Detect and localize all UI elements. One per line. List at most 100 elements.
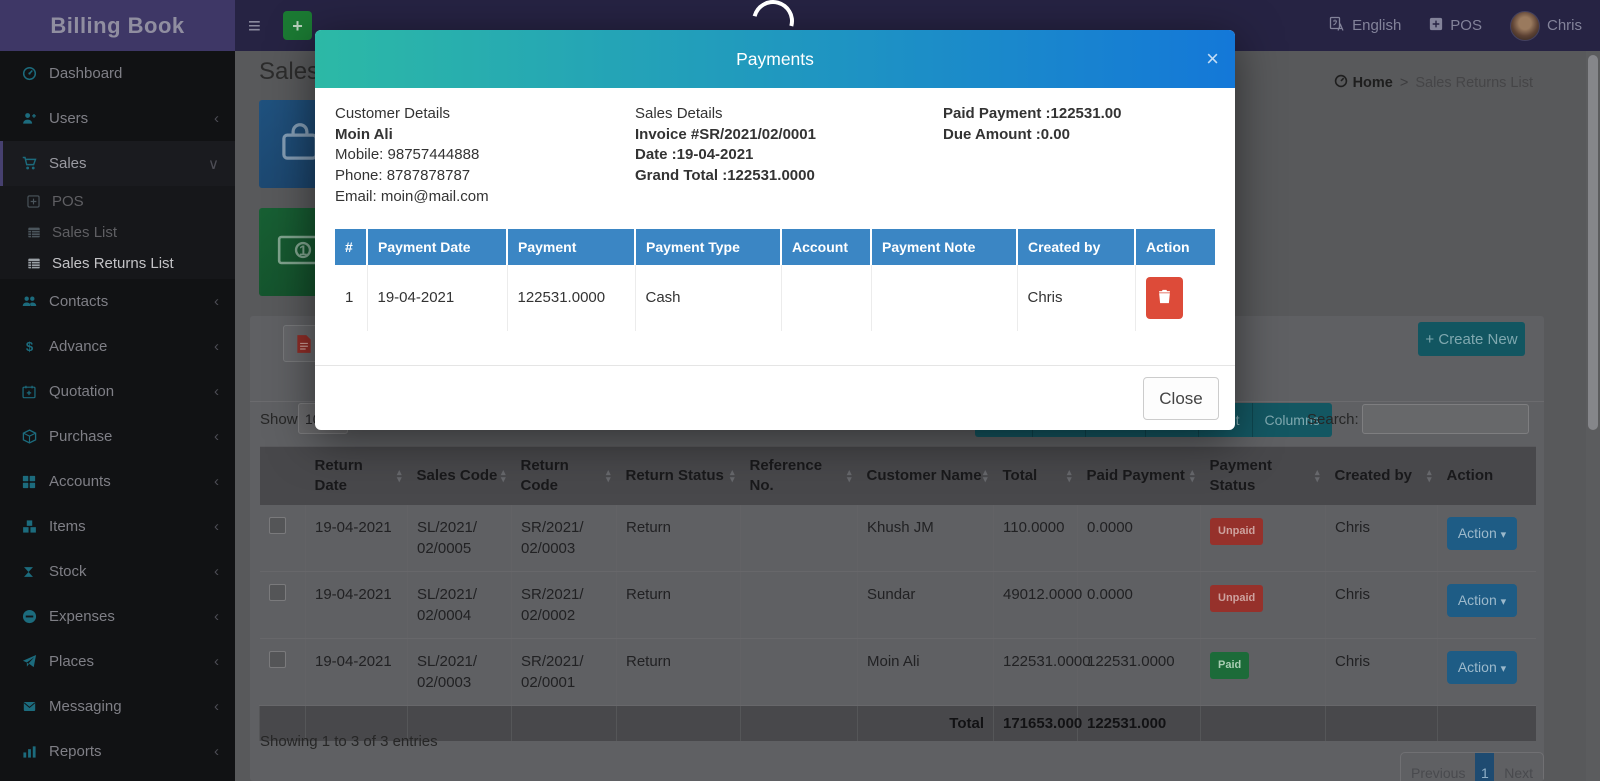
chevron-left-icon: ‹ — [214, 653, 219, 670]
sort-icon: ▴▾ — [1315, 469, 1320, 483]
sort-icon: ▴▾ — [397, 469, 402, 483]
cell-payment-status: Paid — [1201, 638, 1326, 705]
sidebar-item-sales-returns-list[interactable]: Sales Returns List — [0, 248, 235, 279]
table-row: 19-04-2021 SL/2021/02/0005 SR/2021/02/00… — [260, 505, 1536, 572]
page-1-button[interactable]: 1 — [1475, 752, 1494, 781]
table-row: 19-04-2021 SL/2021/02/0003 SR/2021/02/00… — [260, 638, 1536, 705]
customer-email: Email: moin@mail.com — [335, 187, 635, 208]
breadcrumb-home[interactable]: Home — [1334, 74, 1393, 92]
payments-modal: Payments × Customer Details Moin Ali Mob… — [315, 30, 1235, 430]
col-created-by[interactable]: Created by▴▾ — [1326, 447, 1438, 505]
sidebar-item-stock[interactable]: Stock ‹ — [0, 549, 235, 594]
cell-return-code: SR/2021/02/0002 — [512, 571, 617, 638]
cell-created-by: Chris — [1326, 638, 1438, 705]
status-badge: Paid — [1210, 652, 1249, 679]
col-sales-code[interactable]: Sales Code▴▾ — [408, 447, 512, 505]
col-reference-no[interactable]: Reference No.▴▾ — [741, 447, 858, 505]
sidebar-item-sales-list[interactable]: Sales List — [0, 217, 235, 248]
app-logo[interactable]: Billing Book — [0, 0, 235, 51]
shopping-cart-icon — [22, 156, 49, 171]
user-name: Chris — [1547, 17, 1582, 34]
sidebar-item-items[interactable]: Items ‹ — [0, 504, 235, 549]
col-return-code[interactable]: Return Code▴▾ — [512, 447, 617, 505]
row-action-button[interactable]: Action ▾ — [1447, 517, 1517, 550]
sidebar-item-advance[interactable]: $ Advance ‹ — [0, 324, 235, 369]
row-checkbox[interactable] — [269, 517, 286, 534]
col-return-date[interactable]: Return Date▴▾ — [306, 447, 408, 505]
sort-icon: ▴▾ — [1427, 469, 1432, 483]
row-checkbox[interactable] — [269, 584, 286, 601]
cell-sales-code: SL/2021/02/0003 — [408, 638, 512, 705]
next-page-button[interactable]: Next — [1494, 765, 1543, 781]
caret-down-icon: ▾ — [1501, 529, 1507, 541]
sort-icon: ▴▾ — [1067, 469, 1072, 483]
search-input[interactable] — [1362, 404, 1529, 434]
cell-return-date: 19-04-2021 — [306, 638, 408, 705]
sidebar-item-expenses[interactable]: Expenses ‹ — [0, 594, 235, 639]
sidebar-item-purchase[interactable]: Purchase ‹ — [0, 414, 235, 459]
cell-return-date: 19-04-2021 — [306, 505, 408, 572]
delete-payment-button[interactable] — [1146, 277, 1183, 319]
sidebar-item-messaging[interactable]: Messaging ‹ — [0, 684, 235, 729]
quick-add-button[interactable]: + — [283, 11, 312, 40]
cell-sn: 1 — [335, 265, 367, 331]
cell-account — [781, 265, 871, 331]
sidebar-label: Sales Returns List — [52, 255, 174, 272]
sidebar-item-quotation[interactable]: Quotation ‹ — [0, 369, 235, 414]
chevron-left-icon: ‹ — [214, 518, 219, 535]
col-total[interactable]: Total▴▾ — [994, 447, 1078, 505]
search-label: Search: — [1307, 411, 1359, 428]
row-action-button[interactable]: Action ▾ — [1447, 651, 1517, 684]
col-payment: Payment — [507, 229, 635, 265]
envelope-icon — [22, 700, 49, 713]
row-action-button[interactable]: Action ▾ — [1447, 584, 1517, 617]
sales-details: Sales Details Invoice #SR/2021/02/0001 D… — [635, 104, 943, 208]
cell-payment-date: 19-04-2021 — [367, 265, 507, 331]
sidebar-item-users[interactable]: Users ‹ — [0, 96, 235, 141]
sidebar-item-reports[interactable]: Reports ‹ — [0, 729, 235, 774]
row-checkbox[interactable] — [269, 651, 286, 668]
cell-select — [260, 505, 306, 572]
caret-down-icon: ▾ — [1501, 663, 1507, 675]
language-menu[interactable]: English — [1329, 16, 1401, 36]
user-menu[interactable]: Chris — [1510, 11, 1582, 41]
language-icon — [1329, 16, 1345, 36]
col-payment-status[interactable]: Payment Status▴▾ — [1201, 447, 1326, 505]
breadcrumb: Home > Sales Returns List — [1334, 74, 1533, 92]
breadcrumb-current: Sales Returns List — [1415, 75, 1533, 91]
sort-icon: ▴▾ — [983, 469, 988, 483]
previous-page-button[interactable]: Previous — [1401, 765, 1475, 781]
window-scrollbar[interactable] — [1586, 51, 1600, 781]
tachometer-icon — [22, 66, 49, 81]
cell-action: Action ▾ — [1438, 571, 1536, 638]
sidebar-item-sales[interactable]: Sales ∨ — [0, 141, 235, 186]
scrollbar-thumb[interactable] — [1588, 55, 1598, 430]
cell-action — [1135, 265, 1215, 331]
chevron-left-icon: ‹ — [214, 110, 219, 127]
payments-table: # Payment Date Payment Payment Type Acco… — [335, 229, 1215, 331]
sidebar-label: Stock — [49, 563, 87, 580]
chevron-left-icon: ‹ — [214, 698, 219, 715]
grid-icon — [22, 475, 49, 489]
sidebar-item-dashboard[interactable]: Dashboard — [0, 51, 235, 96]
cell-customer-name: Moin Ali — [858, 638, 994, 705]
pos-link[interactable]: POS — [1429, 17, 1482, 35]
create-new-button[interactable]: + Create New — [1418, 322, 1525, 356]
col-paid-payment[interactable]: Paid Payment▴▾ — [1078, 447, 1201, 505]
cell-return-code: SR/2021/02/0003 — [512, 505, 617, 572]
close-icon[interactable]: × — [1206, 48, 1219, 70]
col-account: Account — [781, 229, 871, 265]
sidebar-item-contacts[interactable]: Contacts ‹ — [0, 279, 235, 324]
col-customer-name[interactable]: Customer Name▴▾ — [858, 447, 994, 505]
sidebar-item-accounts[interactable]: Accounts ‹ — [0, 459, 235, 504]
sidebar-label: Sales — [49, 155, 87, 172]
sidebar-toggle-icon[interactable]: ≡ — [248, 0, 261, 51]
modal-title: Payments — [736, 49, 814, 70]
sidebar-item-pos[interactable]: POS — [0, 186, 235, 217]
cell-paid-payment: 0.0000 — [1078, 571, 1201, 638]
close-button[interactable]: Close — [1143, 377, 1219, 420]
grand-total: Grand Total :122531.0000 — [635, 166, 943, 187]
col-return-status[interactable]: Return Status▴▾ — [617, 447, 741, 505]
sidebar-item-places[interactable]: Places ‹ — [0, 639, 235, 684]
sidebar-label: Contacts — [49, 293, 108, 310]
